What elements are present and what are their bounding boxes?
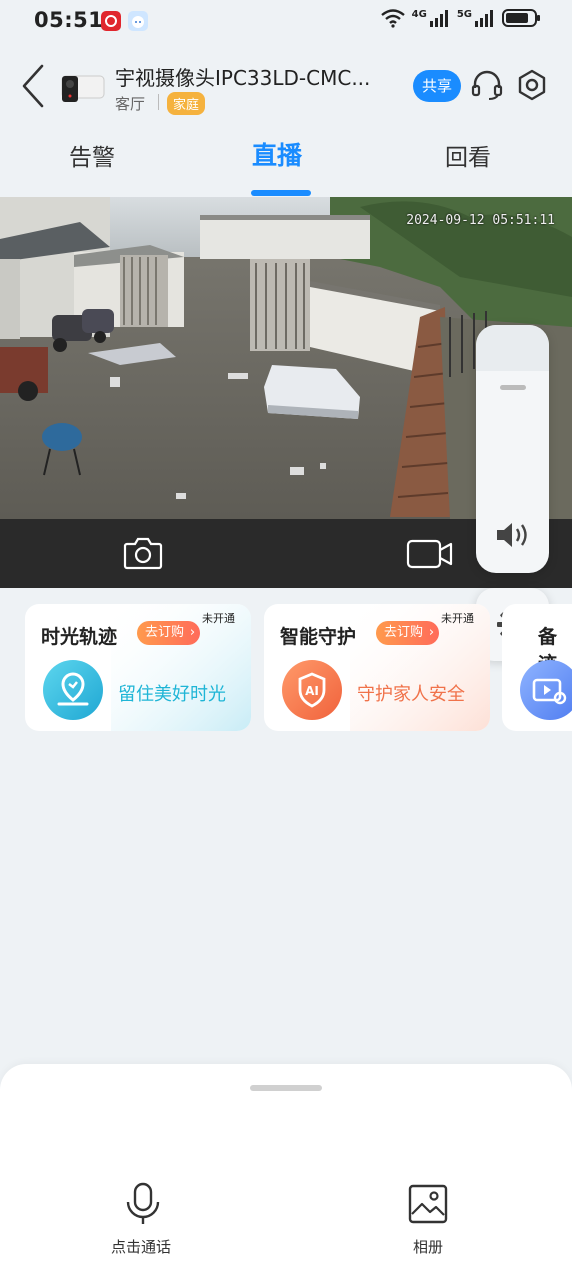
card-title: 时光轨迹 bbox=[41, 626, 118, 648]
bottom-sheet: 点击通话 相册 bbox=[0, 1064, 572, 1280]
chevron-right-icon: › bbox=[189, 625, 196, 640]
video-search-icon bbox=[520, 660, 572, 720]
camera-thumbnail bbox=[58, 68, 108, 106]
smart-guard-card[interactable]: 智能守护 去订购 › 未开通 AI 守护家人安全 bbox=[264, 604, 490, 731]
notification-bot-icon bbox=[128, 11, 148, 31]
battery-icon bbox=[502, 9, 540, 27]
video-timestamp: 2024-09-12 05:51:11 bbox=[406, 213, 555, 228]
divider bbox=[158, 94, 159, 110]
subscribe-button[interactable]: 去订购 › bbox=[137, 621, 201, 645]
device-title: 宇视摄像头IPC33LD-CMC... bbox=[115, 66, 371, 90]
home-tag: 家庭 bbox=[167, 92, 206, 115]
network-5g-label: 5G bbox=[456, 8, 472, 20]
card-title: 智能守护 bbox=[280, 626, 357, 648]
tab-alarm[interactable]: 告警 bbox=[69, 138, 115, 172]
ai-shield-icon: AI bbox=[282, 660, 342, 720]
volume-slider[interactable] bbox=[476, 325, 549, 371]
chevron-right-icon: › bbox=[428, 625, 435, 640]
status-bar: 05:51 4G 5G bbox=[0, 0, 572, 44]
svg-text:AI: AI bbox=[305, 684, 319, 698]
room-label: 客厅 bbox=[115, 95, 146, 113]
album-label[interactable]: 相册 bbox=[413, 1236, 443, 1257]
back-icon[interactable] bbox=[18, 62, 50, 110]
network-4g-label: 4G bbox=[411, 8, 427, 20]
sheet-drag-handle[interactable] bbox=[250, 1085, 322, 1091]
album-icon[interactable] bbox=[408, 1184, 448, 1228]
status-indicators: 4G 5G bbox=[380, 8, 542, 28]
status-time: 05:51 bbox=[34, 8, 104, 32]
third-service-card[interactable]: 备迹 bbox=[502, 604, 572, 731]
time-track-card[interactable]: 时光轨迹 去订购 › 未开通 留住美好时光 bbox=[25, 604, 251, 731]
volume-panel[interactable] bbox=[476, 325, 549, 573]
headset-icon[interactable] bbox=[470, 68, 504, 102]
wifi-icon bbox=[380, 9, 405, 28]
tab-playback[interactable]: 回看 bbox=[445, 138, 491, 172]
share-button[interactable]: 共享 bbox=[413, 70, 461, 102]
talk-label[interactable]: 点击通话 bbox=[111, 1236, 171, 1257]
volume-slider-handle[interactable] bbox=[500, 385, 526, 390]
card-description: 留住美好时光 bbox=[118, 684, 226, 705]
settings-icon[interactable] bbox=[515, 68, 549, 102]
notification-app-icon bbox=[101, 11, 121, 31]
card-description: 守护家人安全 bbox=[357, 684, 465, 705]
tab-indicator bbox=[251, 190, 311, 196]
subscribe-button[interactable]: 去订购 › bbox=[376, 621, 440, 645]
speaker-icon[interactable] bbox=[494, 519, 532, 555]
signal-4g-icon bbox=[429, 10, 448, 27]
tab-live[interactable]: 直播 bbox=[252, 136, 302, 172]
location-pin-icon bbox=[43, 660, 103, 720]
microphone-icon[interactable] bbox=[123, 1182, 163, 1230]
signal-5g-icon bbox=[475, 10, 493, 27]
subscribe-label: 去订购 bbox=[384, 625, 424, 640]
subscribe-label: 去订购 bbox=[145, 625, 185, 640]
status-badge: 未开通 bbox=[441, 612, 474, 625]
header: 宇视摄像头IPC33LD-CMC... 客厅 家庭 共享 bbox=[0, 50, 572, 126]
record-icon[interactable] bbox=[406, 539, 454, 573]
snapshot-icon[interactable] bbox=[123, 536, 163, 574]
status-badge: 未开通 bbox=[202, 612, 235, 625]
